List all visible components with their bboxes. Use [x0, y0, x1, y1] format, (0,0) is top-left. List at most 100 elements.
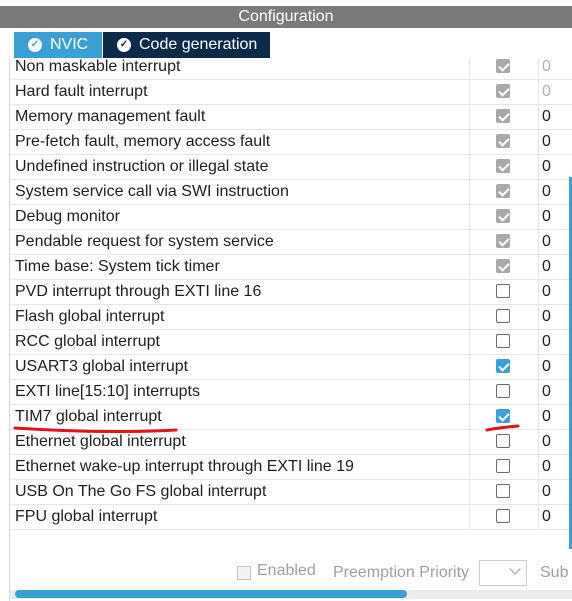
preemption-priority-label: Preemption Priority — [333, 564, 470, 581]
interrupt-row[interactable]: Ethernet global interrupt 0 — [10, 429, 572, 455]
enabled-checkbox[interactable] — [496, 459, 510, 473]
column-divider — [538, 429, 539, 454]
interrupt-row[interactable]: Hard fault interrupt 0 — [10, 79, 572, 105]
preemption-priority-value: 0 — [542, 108, 551, 125]
interrupt-row[interactable]: Undefined instruction or illegal state 0 — [10, 154, 572, 180]
interrupt-row[interactable]: USB On The Go FS global interrupt 0 — [10, 479, 572, 505]
enabled-checkbox[interactable] — [496, 434, 510, 448]
tab-bar: ✓ NVIC ✓ Code generation — [0, 29, 572, 59]
enabled-checkbox[interactable] — [496, 359, 510, 373]
column-divider — [538, 204, 539, 229]
interrupt-name: RCC global interrupt — [15, 333, 160, 350]
enabled-checkbox — [496, 159, 510, 173]
column-divider — [469, 329, 470, 354]
column-divider — [538, 404, 539, 429]
enabled-checkbox[interactable] — [496, 384, 510, 398]
interrupt-name: Memory management fault — [15, 108, 206, 125]
preemption-priority-value: 0 — [542, 308, 551, 325]
column-divider — [469, 304, 470, 329]
column-divider — [469, 354, 470, 379]
interrupt-name: USART3 global interrupt — [15, 358, 189, 375]
interrupt-name: Non maskable interrupt — [15, 59, 181, 75]
column-divider — [538, 329, 539, 354]
interrupt-row[interactable]: RCC global interrupt 0 — [10, 329, 572, 355]
column-divider — [469, 204, 470, 229]
column-divider — [538, 59, 539, 79]
chevron-down-icon — [509, 563, 521, 575]
column-divider — [469, 104, 470, 129]
interrupt-row[interactable]: Flash global interrupt 0 — [10, 304, 572, 330]
preemption-priority-value: 0 — [542, 433, 551, 450]
column-divider — [469, 229, 470, 254]
column-divider — [538, 279, 539, 304]
preemption-priority-value: 0 — [542, 258, 551, 275]
preemption-priority-value: 0 — [542, 158, 551, 175]
sub-priority-label: Sub — [540, 564, 569, 581]
check-circle-icon: ✓ — [117, 38, 131, 52]
column-divider — [469, 404, 470, 429]
column-divider — [469, 429, 470, 454]
column-divider — [538, 104, 539, 129]
tab-code-generation[interactable]: ✓ Code generation — [103, 32, 270, 58]
horizontal-scrollbar-thumb[interactable] — [15, 590, 407, 598]
interrupt-row[interactable]: Time base: System tick timer 0 — [10, 254, 572, 280]
interrupt-row[interactable]: EXTI line[15:10] interrupts 0 — [10, 379, 572, 405]
column-divider — [469, 379, 470, 404]
interrupt-name: TIM7 global interrupt — [15, 408, 162, 425]
interrupt-name: Pre-fetch fault, memory access fault — [15, 133, 271, 150]
interrupt-name: Ethernet global interrupt — [15, 433, 186, 450]
check-circle-icon: ✓ — [28, 38, 42, 52]
column-divider — [538, 179, 539, 204]
interrupt-row[interactable]: Ethernet wake-up interrupt through EXTI … — [10, 454, 572, 480]
column-divider — [469, 504, 470, 529]
interrupt-row[interactable]: PVD interrupt through EXTI line 16 0 — [10, 279, 572, 305]
column-divider — [469, 79, 470, 104]
preemption-priority-value: 0 — [542, 333, 551, 350]
enabled-checkbox[interactable] — [496, 484, 510, 498]
column-divider — [538, 379, 539, 404]
interrupt-row[interactable]: FPU global interrupt 0 — [10, 504, 572, 530]
preemption-priority-select[interactable] — [479, 560, 527, 586]
preemption-priority-value: 0 — [542, 133, 551, 150]
enabled-checkbox — [496, 109, 510, 123]
column-divider — [469, 59, 470, 79]
enabled-checkbox — [496, 184, 510, 198]
preemption-priority-value: 0 — [542, 383, 551, 400]
enabled-checkbox[interactable] — [496, 284, 510, 298]
preemption-priority-value: 0 — [542, 183, 551, 200]
enabled-checkbox[interactable] — [237, 566, 251, 580]
interrupt-name: Ethernet wake-up interrupt through EXTI … — [15, 458, 354, 475]
enabled-checkbox[interactable] — [496, 309, 510, 323]
interrupt-name: Pendable request for system service — [15, 233, 274, 250]
interrupt-name: Flash global interrupt — [15, 308, 165, 325]
column-divider — [538, 304, 539, 329]
column-divider — [538, 129, 539, 154]
column-divider — [538, 154, 539, 179]
interrupt-row[interactable]: Pre-fetch fault, memory access fault 0 — [10, 129, 572, 155]
column-divider — [469, 179, 470, 204]
preemption-priority-value: 0 — [542, 358, 551, 375]
interrupt-row[interactable]: System service call via SWI instruction 0 — [10, 179, 572, 205]
title-bar: Configuration — [0, 0, 572, 30]
column-divider — [538, 254, 539, 279]
interrupt-row[interactable]: Debug monitor 0 — [10, 204, 572, 230]
interrupt-row[interactable]: Memory management fault 0 — [10, 104, 572, 130]
column-divider — [538, 504, 539, 529]
column-divider — [469, 129, 470, 154]
preemption-priority-value: 0 — [542, 233, 551, 250]
preemption-priority-value: 0 — [542, 408, 551, 425]
tab-nvic[interactable]: ✓ NVIC — [14, 32, 102, 58]
interrupt-row[interactable]: Pendable request for system service 0 — [10, 229, 572, 255]
window-title: Configuration — [0, 6, 572, 28]
interrupt-row[interactable]: USART3 global interrupt 0 — [10, 354, 572, 380]
interrupt-row[interactable]: TIM7 global interrupt 0 — [10, 404, 572, 430]
enabled-label: Enabled — [257, 562, 316, 579]
tab-label: Code generation — [139, 36, 258, 53]
enabled-checkbox[interactable] — [496, 334, 510, 348]
interrupt-row[interactable]: Non maskable interrupt 0 — [10, 59, 572, 80]
interrupt-name: PVD interrupt through EXTI line 16 — [15, 283, 262, 300]
nvic-panel: Non maskable interrupt 0 Hard fault interr… — [9, 59, 572, 601]
column-divider — [469, 279, 470, 304]
enabled-checkbox[interactable] — [496, 509, 510, 523]
enabled-checkbox[interactable] — [496, 409, 510, 423]
